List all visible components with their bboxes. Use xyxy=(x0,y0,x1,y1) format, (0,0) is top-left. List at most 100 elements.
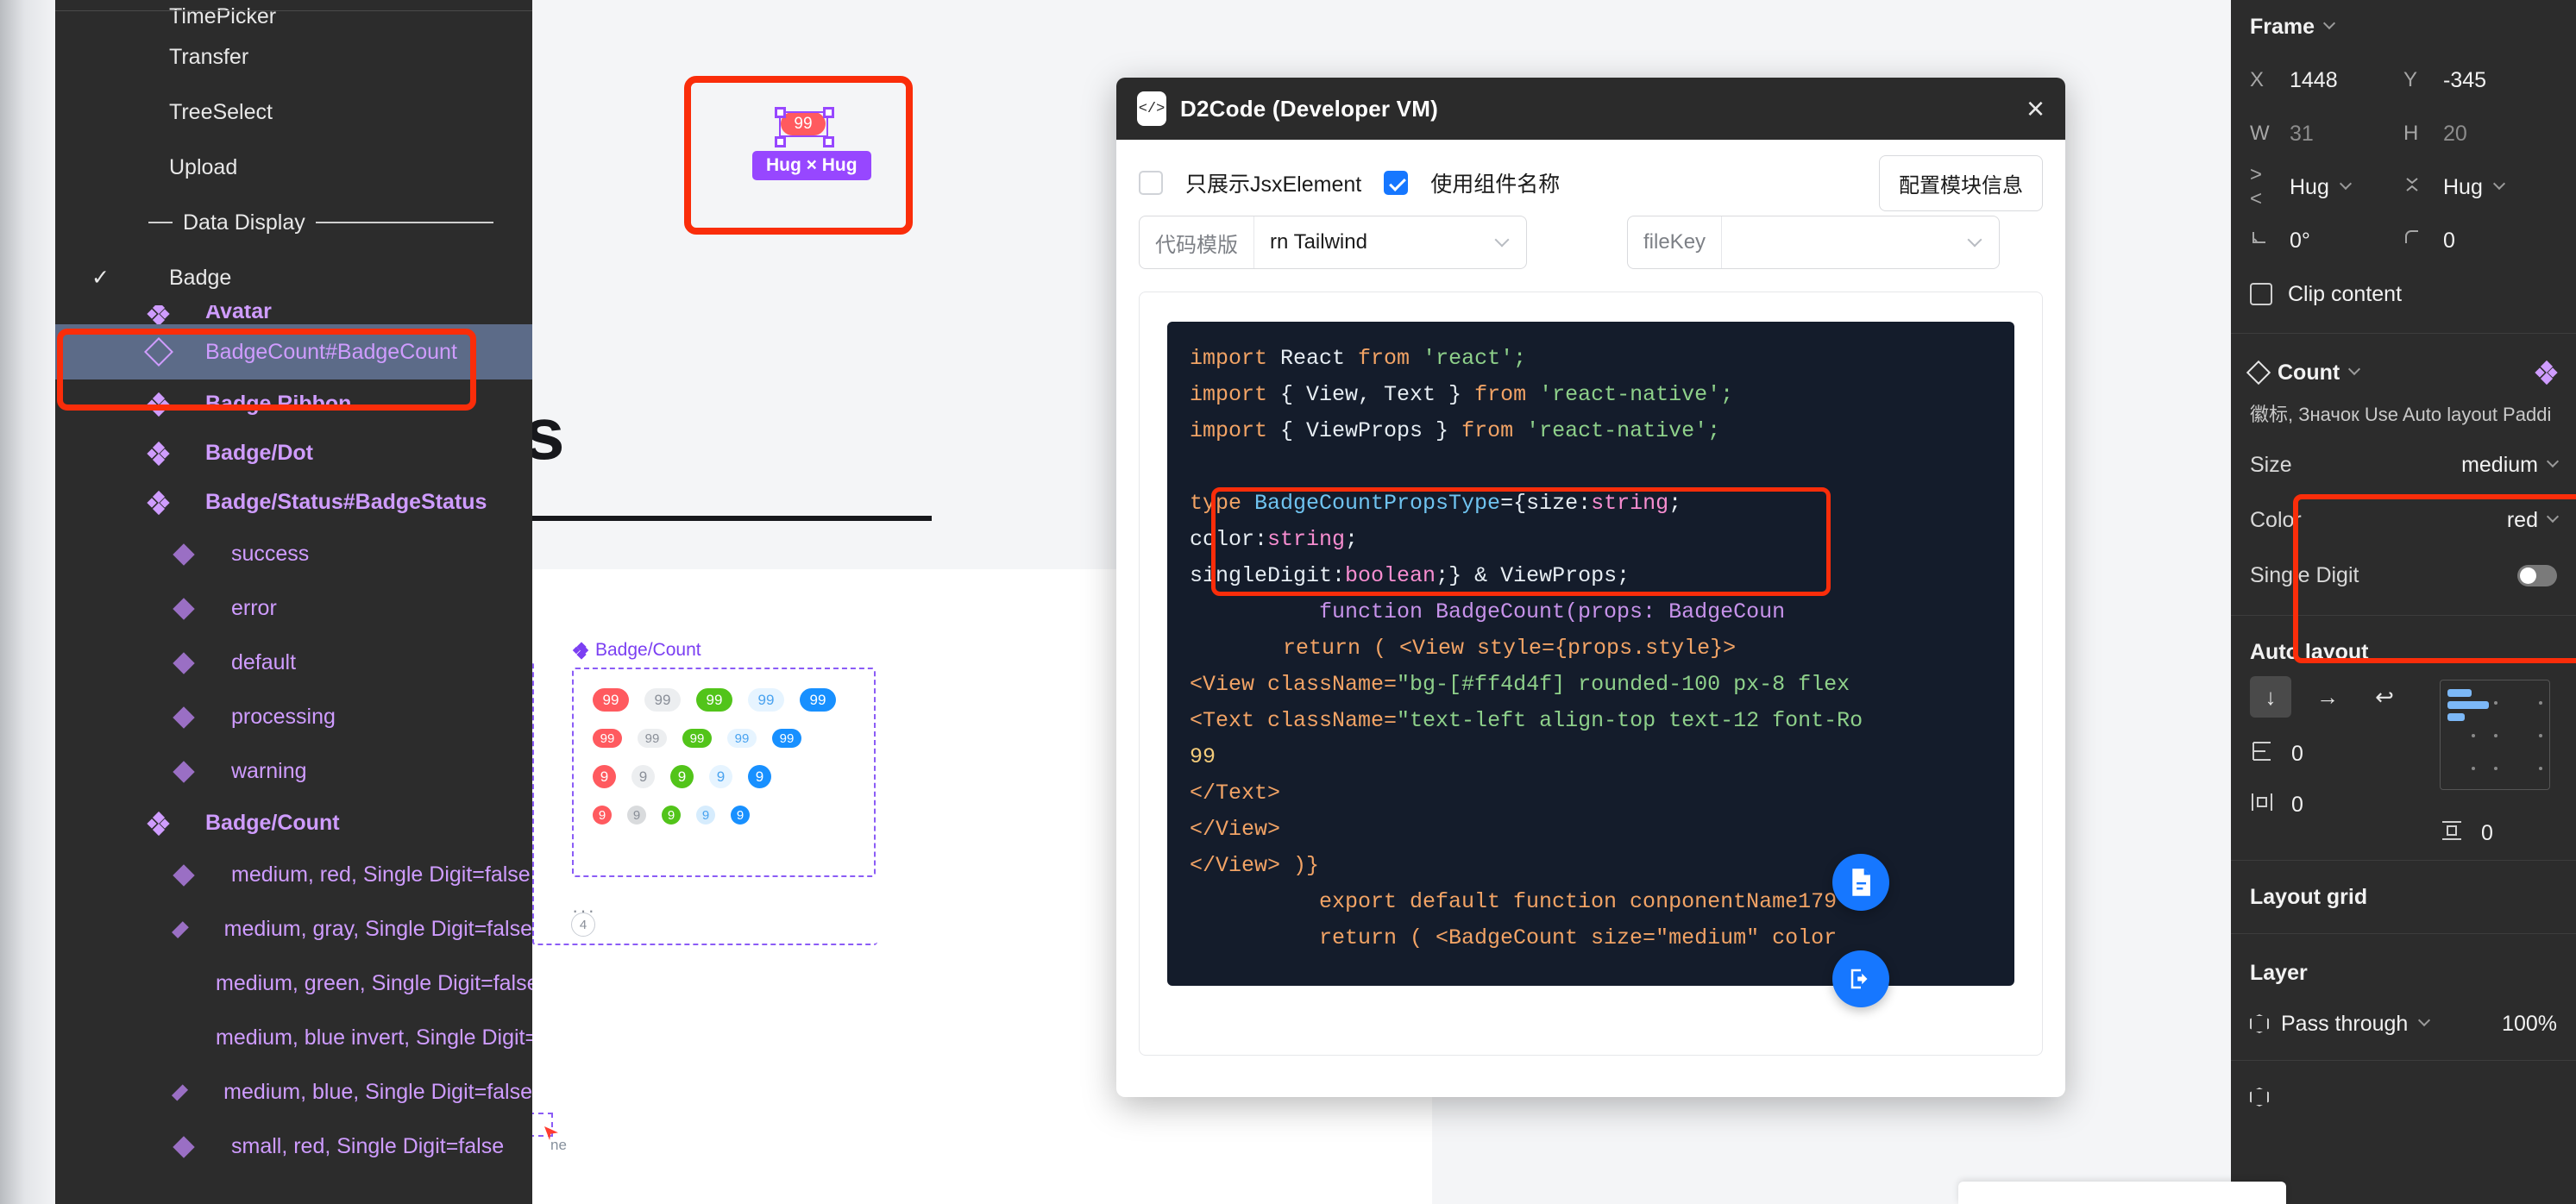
component-prop-single-digit[interactable]: Single Digit xyxy=(2231,548,2576,603)
resize-handle-top-right[interactable] xyxy=(823,107,834,118)
sidebar-variant-processing[interactable]: processing xyxy=(55,690,532,744)
component-section-header[interactable]: Count xyxy=(2231,346,2576,399)
sidebar-variant-warning[interactable]: warning xyxy=(55,744,532,799)
sidebar-variant-error[interactable]: error xyxy=(55,581,532,636)
chevron-down-icon[interactable] xyxy=(2322,16,2336,30)
auto-layout-padding-v-field[interactable]: 0 xyxy=(2440,819,2550,848)
copy-code-button[interactable] xyxy=(1832,854,1889,911)
badge-count-variant[interactable]: 99 xyxy=(593,729,622,748)
sidebar-variant-medium-blue-single-digit-false[interactable]: medium, blue, Single Digit=false xyxy=(55,1065,532,1119)
alignment-grid[interactable] xyxy=(2440,680,2550,790)
fill-section-row[interactable] xyxy=(2231,1073,2576,1121)
badge-count-variant[interactable]: 9 xyxy=(662,806,681,825)
use-component-name-checkbox[interactable] xyxy=(1384,171,1409,195)
sidebar-variant-medium-green-single-digit-false[interactable]: medium, green, Single Digit=false xyxy=(55,956,532,1011)
badge-count-variant[interactable]: 99 xyxy=(644,688,681,712)
single-digit-toggle[interactable] xyxy=(2517,564,2557,586)
frame-hug-width-field[interactable]: >< Hug xyxy=(2250,160,2403,214)
component-prop-color[interactable]: Color red xyxy=(2231,492,2576,548)
auto-layout-padding-h-field[interactable]: 0 xyxy=(2250,791,2405,819)
layout-grid-title[interactable]: Layout grid xyxy=(2231,873,2576,921)
frame-corner-radius-field[interactable]: 0 xyxy=(2403,214,2557,267)
frame-section-header[interactable]: Frame xyxy=(2231,0,2576,53)
clip-content-checkbox[interactable] xyxy=(2250,283,2272,305)
frame-w-field[interactable]: W 31 xyxy=(2250,107,2403,160)
resize-handle-top-left[interactable] xyxy=(775,107,786,118)
component-set-icon[interactable] xyxy=(2535,360,2558,386)
frame-rotation-field[interactable]: 0° xyxy=(2250,214,2403,267)
resize-handle-bottom-left[interactable] xyxy=(775,136,786,147)
component-prop-size[interactable]: Size medium xyxy=(2231,437,2576,492)
d2code-dialog[interactable]: </> D2Code (Developer VM) × 只展示JsxElemen… xyxy=(1116,78,2065,1097)
component-set-frame[interactable]: 99 99 99 99 99 99 99 99 99 99 9 9 9 9 9 9 9 9 9 9 xyxy=(572,668,876,877)
direction-vertical-button[interactable]: ↓ xyxy=(2250,676,2291,718)
export-code-button[interactable] xyxy=(1832,950,1889,1007)
close-icon[interactable]: × xyxy=(2026,93,2045,124)
sidebar-item-transfer[interactable]: Transfer xyxy=(55,29,532,85)
sidebar-variant-medium-red-single-digit-false[interactable]: medium, red, Single Digit=false xyxy=(55,848,532,902)
component-prop-value[interactable] xyxy=(2517,564,2557,586)
badge-count-variant[interactable]: 99 xyxy=(748,688,784,712)
clip-content-row[interactable]: Clip content xyxy=(2231,267,2576,321)
chevron-down-icon[interactable] xyxy=(2348,362,2361,376)
properties-panel[interactable]: Frame X 1448 Y -345 W 31 H 20 >< Hug Hug… xyxy=(2231,0,2576,1204)
auto-layout-gap-field[interactable]: 0 xyxy=(2250,740,2405,768)
component-prop-value[interactable]: medium xyxy=(2461,453,2560,478)
badge-count-variant[interactable]: 9 xyxy=(696,806,715,825)
component-set-title[interactable]: Badge/Count xyxy=(572,640,701,661)
selected-badge-instance[interactable]: 99 xyxy=(775,105,834,147)
only-jsx-checkbox[interactable] xyxy=(1139,171,1163,195)
sidebar-component-badge-status-badgestatus[interactable]: Badge/Status#BadgeStatus xyxy=(55,478,532,527)
badge-count-variant[interactable]: 99 xyxy=(772,729,801,748)
badge-count-variant[interactable]: 99 xyxy=(696,688,732,712)
sidebar-component-avatar[interactable]: Avatar xyxy=(55,305,532,324)
badge-count-variant[interactable]: 9 xyxy=(731,806,750,825)
sidebar-item-timepicker[interactable]: TimePicker xyxy=(55,0,532,29)
badge-count-variant[interactable]: 99 xyxy=(593,688,629,712)
sidebar-variant-small-red-single-digit-false[interactable]: small, red, Single Digit=false xyxy=(55,1119,532,1174)
badge-count-variant[interactable]: 99 xyxy=(800,688,836,712)
sidebar-variant-default[interactable]: default xyxy=(55,636,532,690)
badge-count-variant[interactable]: 99 xyxy=(727,729,757,748)
sidebar-item-upload[interactable]: Upload xyxy=(55,140,532,195)
sidebar-component-badge-count[interactable]: Badge/Count xyxy=(55,799,532,848)
layer-blend-row[interactable]: Pass through 100% xyxy=(2231,1000,2576,1048)
frame-h-field[interactable]: H 20 xyxy=(2403,107,2557,160)
chevron-down-icon[interactable] xyxy=(2339,177,2352,191)
direction-horizontal-button[interactable]: → xyxy=(2307,676,2348,718)
code-text-tag: <Text className= xyxy=(1190,708,1398,733)
sidebar-variant-medium-gray-single-digit-false[interactable]: medium, gray, Single Digit=false xyxy=(55,902,532,956)
sidebar-component-badge-ribbon[interactable]: Badge.Ribbon xyxy=(55,379,532,429)
config-module-info-button[interactable]: 配置模块信息 xyxy=(1879,154,2043,211)
frame-y-field[interactable]: Y -345 xyxy=(2403,53,2557,107)
sidebar-item-treeselect[interactable]: TreeSelect xyxy=(55,85,532,140)
badge-count-variant[interactable]: 9 xyxy=(593,806,612,825)
chevron-down-icon[interactable] xyxy=(2418,1013,2431,1027)
resize-handle-bottom-right[interactable] xyxy=(823,136,834,147)
chevron-down-icon[interactable] xyxy=(2546,455,2560,468)
filekey-select[interactable]: fileKey xyxy=(1627,216,2000,269)
component-properties-list: Size medium Color red Single Digit xyxy=(2231,437,2576,603)
badge-count-variant[interactable]: 9 xyxy=(593,765,616,788)
badge-count-variant[interactable]: 99 xyxy=(638,729,667,748)
code-template-select[interactable]: 代码模版 rn Tailwind xyxy=(1139,216,1527,269)
badge-count-variant[interactable]: 9 xyxy=(748,765,771,788)
sidebar-component-badge-dot[interactable]: Badge/Dot xyxy=(55,429,532,478)
direction-wrap-button[interactable]: ↩ xyxy=(2364,676,2405,718)
badge-count-variant[interactable]: 9 xyxy=(670,765,694,788)
clip-content-label: Clip content xyxy=(2288,281,2403,306)
badge-count-variant[interactable]: 99 xyxy=(682,729,712,748)
badge-count-variant[interactable]: 9 xyxy=(627,806,646,825)
sidebar-variant-success[interactable]: success xyxy=(55,527,532,581)
chevron-down-icon[interactable] xyxy=(2492,177,2505,191)
component-menu-panel[interactable]: TimePicker Transfer TreeSelect Upload Data D… xyxy=(55,0,532,1204)
badge-count-variant[interactable]: 9 xyxy=(631,765,655,788)
badge-count-variant[interactable]: 9 xyxy=(709,765,732,788)
sidebar-item-badge[interactable]: ✓ Badge xyxy=(55,250,532,305)
chevron-down-icon[interactable] xyxy=(2546,510,2560,524)
frame-x-field[interactable]: X 1448 xyxy=(2250,53,2403,107)
frame-hug-height-field[interactable]: Hug xyxy=(2403,160,2557,214)
component-prop-value[interactable]: red xyxy=(2507,508,2560,533)
sidebar-variant-medium-blue-invert-single-digit-false[interactable]: medium, blue invert, Single Digit=false xyxy=(55,1011,532,1065)
sidebar-instance-badgecount[interactable]: BadgeCount#BadgeCount xyxy=(55,324,532,379)
